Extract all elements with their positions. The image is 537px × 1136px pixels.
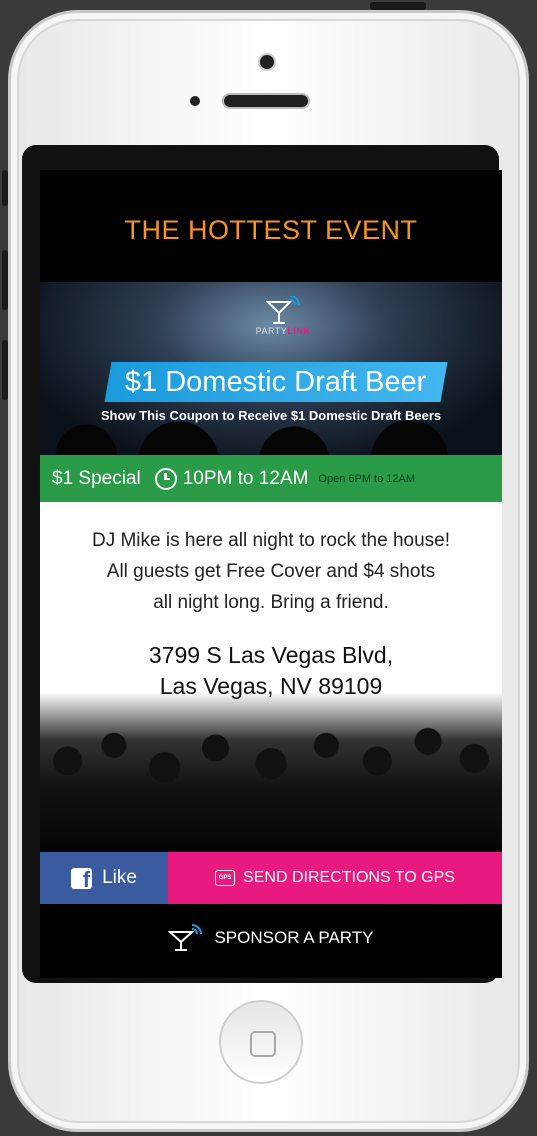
sponsor-party-button[interactable]: SPONSOR A PARTY: [40, 904, 502, 972]
header: THE HOTTEST EVENT: [40, 170, 502, 282]
front-camera: [260, 55, 274, 69]
crowd-silhouette: [40, 722, 502, 852]
logo-party-text: PARTY: [255, 326, 288, 336]
earpiece-speaker: [222, 93, 310, 109]
gps-label: SEND DIRECTIONS TO GPS: [243, 869, 455, 886]
app-screen: THE HOTTEST EVENT PARTYLINK $1 Domestic …: [40, 170, 502, 978]
martini-wifi-icon: [168, 924, 203, 951]
logo-wordmark: PARTYLINK: [253, 326, 313, 336]
facebook-like-button[interactable]: f Like: [40, 852, 168, 904]
address-line-1: 3799 S Las Vegas Blvd,: [148, 642, 394, 668]
power-button: [370, 2, 426, 10]
special-label: $1 Special: [52, 467, 141, 489]
send-directions-button[interactable]: GPS SEND DIRECTIONS TO GPS: [168, 852, 502, 904]
martini-wifi-icon: [266, 296, 300, 324]
event-description: DJ Mike is here all night to rock the ho…: [40, 502, 502, 618]
clock-icon: [154, 467, 177, 490]
partylink-logo: PARTYLINK: [253, 296, 313, 346]
description-line-3: all night long. Bring a friend.: [153, 592, 389, 613]
sponsor-label: SPONSOR A PARTY: [214, 928, 374, 947]
event-details: DJ Mike is here all night to rock the ho…: [40, 502, 502, 852]
description-line-1: DJ Mike is here all night to rock the ho…: [91, 530, 450, 551]
like-label: Like: [102, 867, 137, 888]
action-buttons: f Like GPS SEND DIRECTIONS TO GPS: [40, 852, 502, 904]
facebook-icon: f: [71, 867, 93, 889]
special-bar: $1 Special 10PM to 12AM Open 6PM to 12AM: [40, 455, 502, 502]
proximity-sensor: [190, 96, 200, 106]
open-hours: Open 6PM to 12AM: [318, 472, 416, 485]
coupon-subline: Show This Coupon to Receive $1 Domestic …: [100, 408, 442, 423]
crowd-image: [40, 692, 502, 852]
home-button[interactable]: [219, 1000, 303, 1084]
headline-ribbon: $1 Domestic Draft Beer: [104, 362, 448, 402]
description-line-2: All guests get Free Cover and $4 shots: [106, 561, 436, 582]
coupon-banner[interactable]: PARTYLINK $1 Domestic Draft Beer Show Th…: [40, 282, 502, 455]
special-time: 10PM to 12AM: [182, 467, 309, 489]
gps-icon: GPS: [215, 870, 236, 886]
page-title: THE HOTTEST EVENT: [124, 214, 418, 245]
coupon-headline: $1 Domestic Draft Beer: [125, 365, 427, 398]
logo-link-text: LINK: [287, 326, 311, 336]
